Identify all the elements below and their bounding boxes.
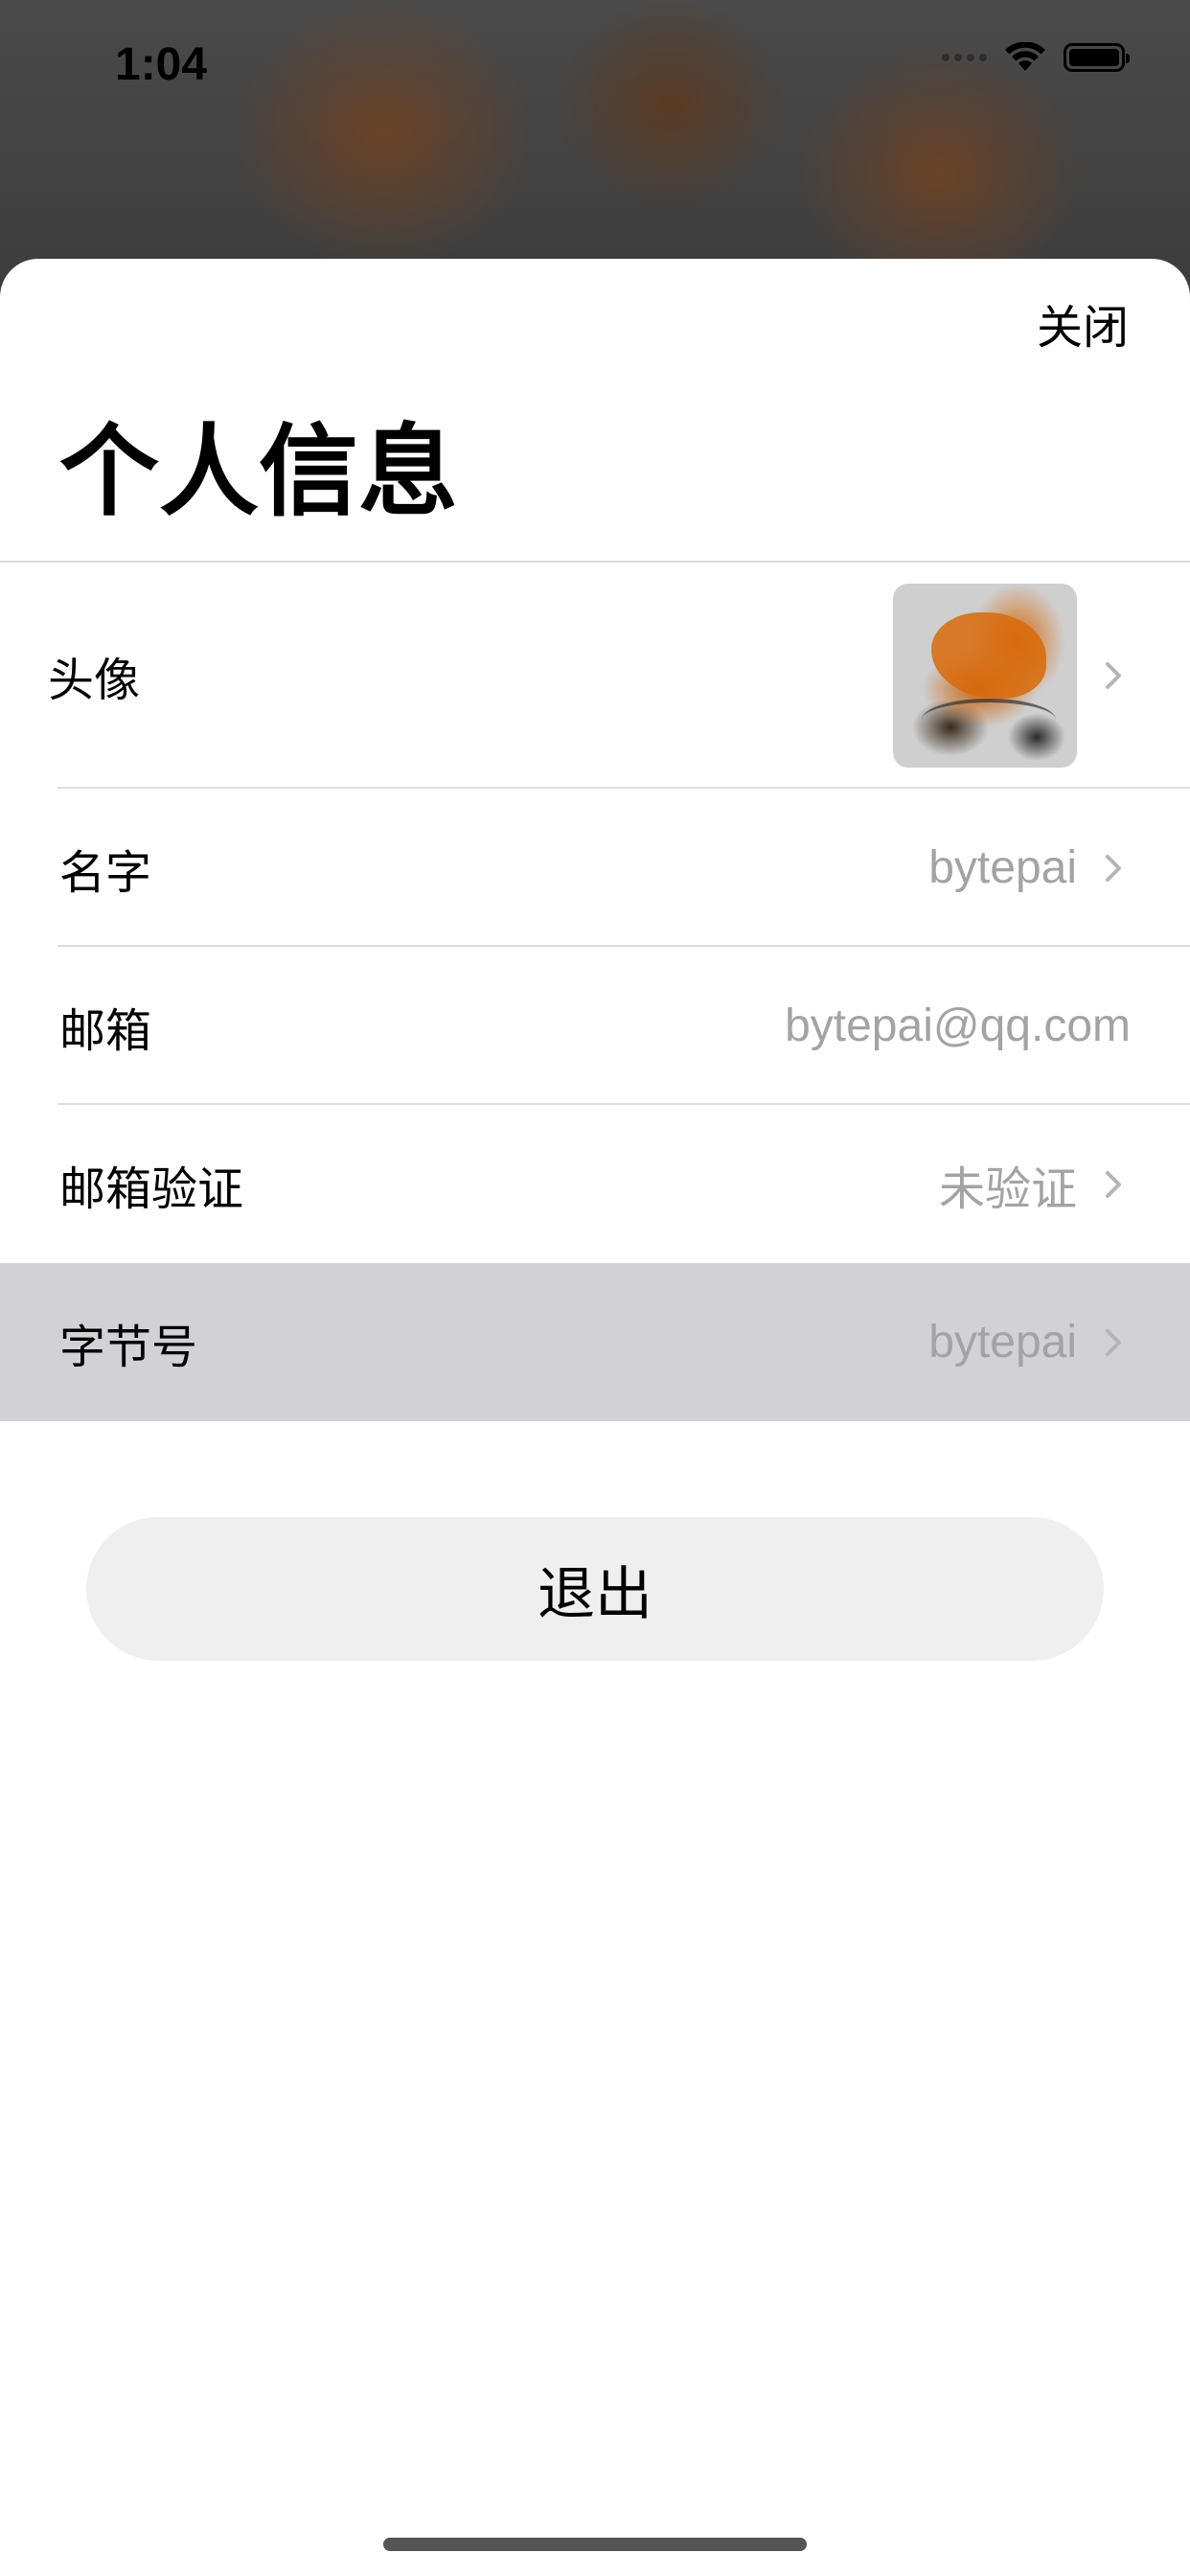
row-avatar[interactable]: 头像: [0, 563, 1190, 789]
row-value: bytepai: [928, 1317, 1077, 1368]
row-value: bytepai@qq.com: [785, 1000, 1131, 1051]
wifi-icon: [1005, 42, 1045, 71]
chevron-right-icon: [1106, 1170, 1121, 1198]
chevron-right-icon: [1106, 1328, 1121, 1356]
battery-icon: [1064, 43, 1130, 72]
avatar: [893, 584, 1077, 768]
chevron-right-icon: [1106, 854, 1121, 882]
row-byte-id[interactable]: 字节号 bytepai: [0, 1263, 1190, 1421]
row-label: 名字: [59, 845, 152, 900]
profile-sheet: 关闭 个人信息 头像 名字 bytepai 邮箱 bytepai@qq.com: [0, 259, 1190, 2576]
close-button[interactable]: 关闭: [1037, 289, 1129, 356]
chevron-right-icon: [1106, 662, 1121, 689]
home-indicator[interactable]: [383, 2538, 807, 2551]
row-value: 未验证: [938, 1163, 1077, 1215]
row-label: 邮箱验证: [59, 1162, 244, 1216]
row-value: bytepai: [928, 842, 1077, 893]
page-title: 个人信息: [59, 413, 459, 530]
row-name[interactable]: 名字 bytepai: [0, 789, 1190, 947]
row-label: 邮箱: [59, 1003, 152, 1058]
status-time: 1:04: [115, 39, 208, 90]
row-email[interactable]: 邮箱 bytepai@qq.com: [0, 947, 1190, 1105]
signal-icon: [942, 54, 987, 61]
row-label: 字节号: [59, 1320, 198, 1374]
status-icons: [942, 42, 1130, 73]
status-bar: 1:04: [0, 0, 1190, 129]
logout-button[interactable]: 退出: [86, 1517, 1104, 1661]
profile-list: 头像 名字 bytepai 邮箱 bytepai@qq.com 邮箱验证 未验证: [0, 563, 1190, 1421]
row-label: 头像: [48, 654, 141, 707]
row-email-verification[interactable]: 邮箱验证 未验证: [0, 1105, 1190, 1263]
